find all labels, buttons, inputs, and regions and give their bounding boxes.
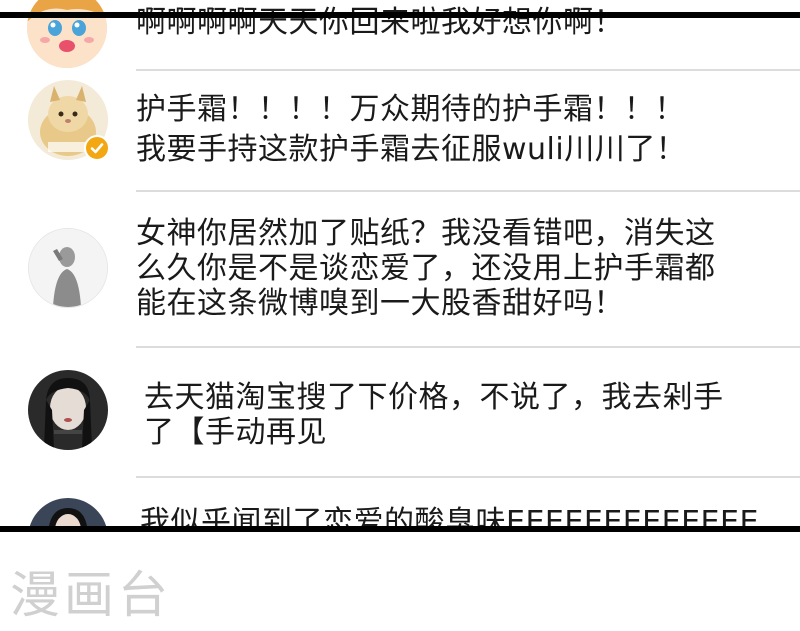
comment-item[interactable]: 去天猫淘宝搜了下价格，不说了，我去剁手 了【手动再见 — [0, 348, 800, 478]
comment-text-line: 女神你居然加了贴纸？我没看错吧，消失这 — [136, 216, 716, 251]
comment-text: 啊啊啊啊天天你回来啦我好想你啊！ — [136, 5, 624, 40]
comment-text-line: 护手霜！！！！万众期待的护手霜！！！ — [136, 92, 685, 127]
watermark: 漫画台 — [10, 566, 172, 624]
comment-text-line: 去天猫淘宝搜了下价格，不说了，我去剁手 — [144, 380, 724, 415]
comment-item[interactable]: 我似乎闻到了恋爱的酸臭味EEEEEEEEEEEEE — [0, 478, 800, 528]
frame-top-border — [0, 12, 800, 18]
avatar[interactable] — [27, 0, 107, 68]
comment-text-line: 么久你是不是谈恋爱了，还没用上护手霜都 — [136, 251, 716, 286]
comment-text-line: 我要手持这款护手霜去征服wuli川川了！ — [136, 132, 687, 167]
frame-bottom-border — [0, 526, 800, 532]
avatar[interactable] — [28, 228, 108, 308]
comment-text: 我似乎闻到了恋爱的酸臭味EEEEEEEEEEEEE — [140, 505, 759, 528]
comment-item[interactable]: 女神你居然加了贴纸？我没看错吧，消失这 么久你是不是谈恋爱了，还没用上护手霜都 … — [0, 192, 800, 348]
comment-item[interactable]: 护手霜！！！！万众期待的护手霜！！！ 我要手持这款护手霜去征服wuli川川了！ — [0, 70, 800, 192]
avatar[interactable] — [28, 370, 108, 450]
comment-list: 啊啊啊啊天天你回来啦我好想你啊！ 护手霜！！！！万众期待的护手霜！！！ 我要手持… — [0, 0, 800, 528]
comment-text-line: 能在这条微博嗅到一大股香甜好吗！ — [136, 286, 624, 321]
avatar[interactable] — [28, 498, 108, 528]
comment-item[interactable]: 啊啊啊啊天天你回来啦我好想你啊！ — [0, 0, 800, 71]
comment-text-line: 了【手动再见 — [144, 415, 327, 450]
verified-badge-icon — [84, 135, 110, 161]
